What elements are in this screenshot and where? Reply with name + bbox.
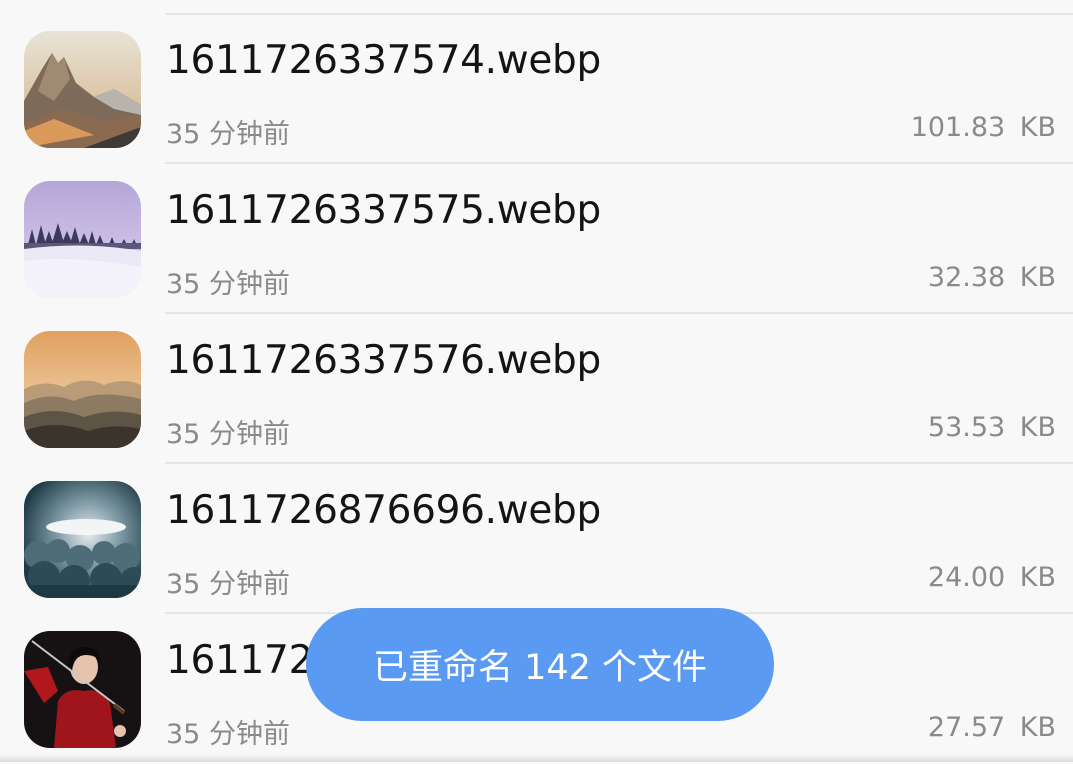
file-modified-time: 35 分钟前 bbox=[166, 119, 290, 150]
file-name: 1611726337575.webp bbox=[166, 188, 601, 233]
mountain-peak-icon bbox=[24, 31, 141, 148]
file-modified-time: 35 分钟前 bbox=[166, 719, 290, 750]
file-name: 1611726337576.webp bbox=[166, 338, 601, 383]
file-row[interactable]: 1611726337576.webp 35 分钟前 53.53 KB bbox=[0, 314, 1073, 464]
file-row[interactable]: 1611726337575.webp 35 分钟前 32.38 KB bbox=[0, 164, 1073, 314]
file-modified-time: 35 分钟前 bbox=[166, 569, 290, 600]
cloudy-sky-icon bbox=[24, 481, 141, 598]
file-name: 1611726337574.webp bbox=[166, 38, 601, 83]
file-name: 1611726876696.webp bbox=[166, 488, 601, 533]
file-size: 32.38 KB bbox=[927, 262, 1056, 293]
file-size: 53.53 KB bbox=[927, 412, 1056, 443]
file-size: 27.57 KB bbox=[927, 712, 1056, 743]
file-modified-time: 35 分钟前 bbox=[166, 269, 290, 300]
file-row[interactable]: 1611726337574.webp 35 分钟前 101.83 KB bbox=[0, 14, 1073, 164]
bottom-edge bbox=[0, 754, 1073, 762]
warrior-portrait-icon bbox=[24, 631, 141, 748]
file-size: 101.83 KB bbox=[910, 112, 1056, 143]
file-size: 24.00 KB bbox=[927, 562, 1056, 593]
rename-toast: 已重命名 142 个文件 bbox=[306, 608, 774, 721]
snow-forest-icon bbox=[24, 181, 141, 298]
misty-hills-icon bbox=[24, 331, 141, 448]
file-row[interactable]: 1611726876696.webp 35 分钟前 24.00 KB bbox=[0, 464, 1073, 614]
file-modified-time: 35 分钟前 bbox=[166, 419, 290, 450]
